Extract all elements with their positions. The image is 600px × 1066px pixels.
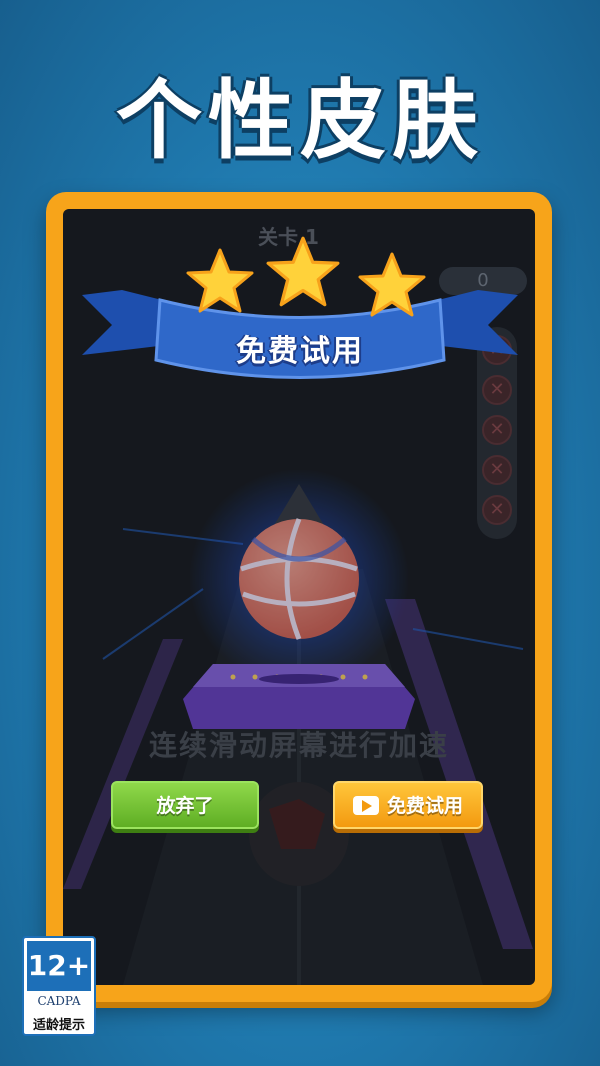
free-trial-label: 免费试用 <box>386 795 463 817</box>
free-trial-button[interactable]: 免费试用 <box>333 781 483 829</box>
video-icon <box>352 795 379 815</box>
give-up-label: 放弃了 <box>156 795 214 817</box>
headline-title: 个性皮肤 <box>116 71 484 171</box>
ribbon-label: 免费试用 <box>236 334 364 369</box>
age-rating-badge: 12+ CADPA 适龄提示 <box>22 936 96 1036</box>
star-icon <box>186 248 254 313</box>
age-rating-tip: 适龄提示 <box>32 1018 85 1033</box>
star-icon <box>266 236 340 307</box>
close-icon: ✕ <box>482 455 512 485</box>
star-icon <box>358 252 426 317</box>
give-up-button[interactable]: 放弃了 <box>111 781 259 829</box>
hint-text: 连续滑动屏幕进行加速 <box>148 729 449 762</box>
age-rating-value: 12+ <box>27 941 91 991</box>
close-icon: ✕ <box>482 495 512 525</box>
close-icon: ✕ <box>482 415 512 445</box>
age-rating-org: CADPA <box>37 994 81 1008</box>
